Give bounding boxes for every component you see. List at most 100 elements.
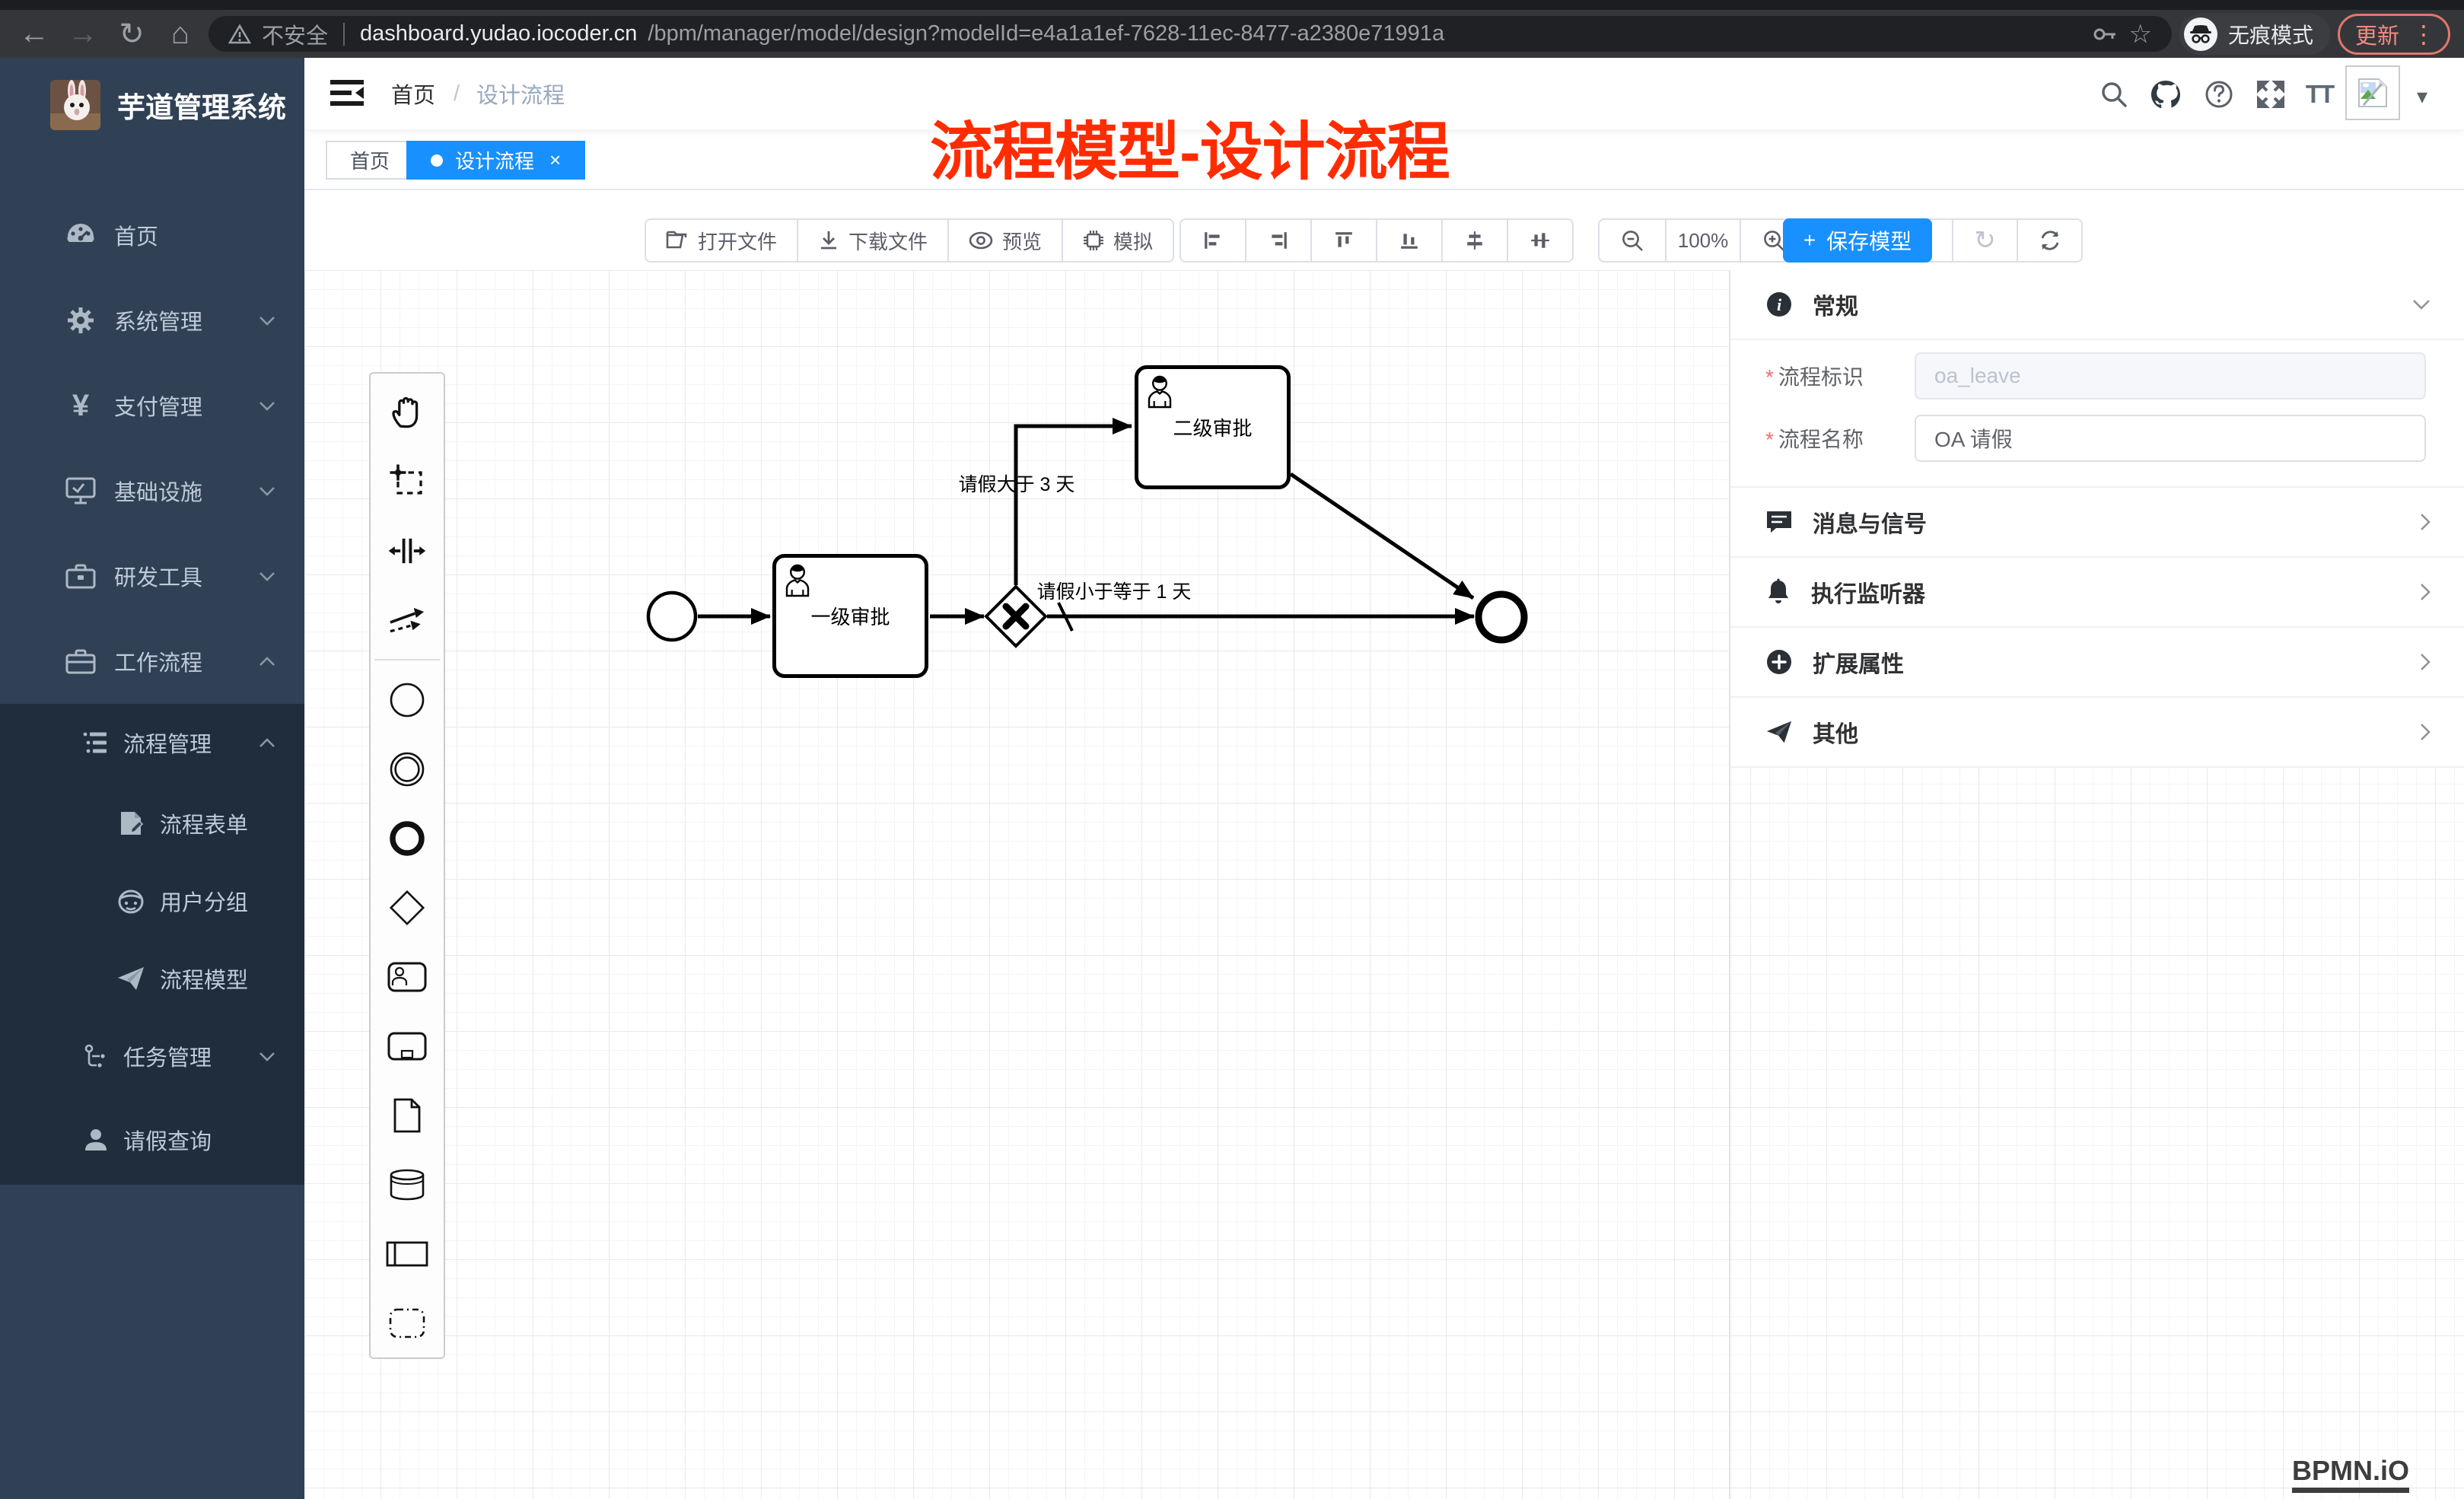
sidebar-item-payment[interactable]: ¥ 支付管理 bbox=[0, 363, 304, 448]
help-icon[interactable] bbox=[2198, 75, 2240, 114]
create-end-event[interactable] bbox=[372, 804, 442, 873]
sidebar-item-leave-query[interactable]: 请假查询 bbox=[0, 1101, 304, 1179]
chevron-right-icon bbox=[2420, 583, 2431, 601]
sidebar-collapse-icon[interactable] bbox=[330, 78, 364, 108]
sidebar-item-user-group[interactable]: 用户分组 bbox=[0, 862, 304, 940]
bpmn-palette bbox=[369, 372, 445, 1359]
flow-condition-label[interactable]: 请假大于 3 天 bbox=[941, 469, 1093, 497]
sidebar-item-task-mgmt[interactable]: 任务管理 bbox=[0, 1017, 304, 1095]
sidebar-item-home[interactable]: 首页 bbox=[0, 193, 304, 278]
app-logo-row[interactable]: 芋道管理系统 bbox=[0, 67, 304, 143]
browser-chrome: ← → ↻ ⌂ 不安全 dashboard.yudao.iocoder.cn/b… bbox=[0, 0, 2464, 58]
bpmn-start-event[interactable] bbox=[648, 593, 696, 640]
refresh-icon bbox=[2039, 229, 2061, 252]
zoom-out-button[interactable] bbox=[1598, 218, 1667, 263]
avatar-caret-icon[interactable]: ▾ bbox=[2417, 84, 2427, 109]
flow-gateway-to-task2[interactable] bbox=[1016, 426, 1132, 585]
sidebar-item-process-form[interactable]: 流程表单 bbox=[0, 785, 304, 862]
create-intermediate-event[interactable] bbox=[372, 734, 442, 804]
sidebar-item-devtools[interactable]: 研发工具 bbox=[0, 533, 304, 619]
chevron-right-icon bbox=[2420, 653, 2431, 671]
restart-button[interactable] bbox=[2017, 218, 2083, 263]
panel-section-listeners[interactable]: 执行监听器 bbox=[1730, 558, 2464, 628]
browser-update-button[interactable]: 更新 ⋮ bbox=[2338, 14, 2450, 55]
align-left-button[interactable] bbox=[1179, 218, 1246, 263]
sidebar-item-process-mgmt[interactable]: 流程管理 bbox=[0, 704, 304, 781]
chevron-right-icon bbox=[2420, 723, 2431, 741]
annotation-text: 流程模型-设计流程 bbox=[930, 100, 1450, 192]
align-top-icon bbox=[1334, 231, 1354, 250]
align-center-vertical-button[interactable] bbox=[1441, 218, 1508, 263]
browser-forward-button[interactable]: → bbox=[62, 14, 103, 55]
preview-button[interactable]: 预览 bbox=[947, 218, 1063, 263]
tree-list-icon bbox=[79, 730, 113, 755]
process-name-input[interactable] bbox=[1915, 415, 2426, 462]
browser-address-bar[interactable]: 不安全 dashboard.yudao.iocoder.cn/bpm/manag… bbox=[209, 16, 2172, 52]
create-group[interactable] bbox=[372, 1288, 442, 1357]
flow-task2-to-end[interactable] bbox=[1291, 474, 1473, 598]
bookmark-star-icon[interactable]: ☆ bbox=[2128, 19, 2151, 49]
align-bottom-button[interactable] bbox=[1376, 218, 1443, 263]
create-start-event[interactable] bbox=[372, 665, 442, 734]
search-icon[interactable] bbox=[2093, 75, 2135, 114]
redo-button[interactable]: ↻ bbox=[1952, 218, 2018, 263]
align-center-horizontal-button[interactable] bbox=[1507, 218, 1574, 263]
create-data-store[interactable] bbox=[372, 1150, 442, 1219]
font-size-icon[interactable]: TT bbox=[2298, 75, 2341, 114]
simulate-button[interactable]: 模拟 bbox=[1062, 218, 1174, 263]
global-connect-tool[interactable] bbox=[372, 585, 442, 654]
bell-icon bbox=[1765, 578, 1791, 606]
tab-design-process[interactable]: 设计流程 × bbox=[406, 141, 585, 180]
browser-back-button[interactable]: ← bbox=[14, 14, 55, 55]
sidebar-item-infra[interactable]: 基础设施 bbox=[0, 448, 304, 533]
browser-reload-button[interactable]: ↻ bbox=[111, 14, 152, 55]
dashboard-icon bbox=[62, 222, 99, 248]
browser-home-button[interactable]: ⌂ bbox=[160, 14, 201, 55]
tab-home[interactable]: 首页 bbox=[326, 141, 414, 180]
panel-section-extended[interactable]: 扩展属性 bbox=[1730, 628, 2464, 698]
download-file-button[interactable]: 下载文件 bbox=[797, 218, 949, 263]
chevron-down-icon bbox=[259, 486, 275, 496]
update-label: 更新 bbox=[2355, 18, 2399, 50]
lasso-tool[interactable] bbox=[372, 447, 442, 516]
breadcrumb-separator: / bbox=[454, 58, 460, 129]
sidebar-item-workflow[interactable]: 工作流程 bbox=[0, 619, 304, 704]
chevron-down-icon bbox=[259, 1052, 275, 1061]
breadcrumb-home[interactable]: 首页 bbox=[391, 58, 435, 129]
align-top-button[interactable] bbox=[1310, 218, 1377, 263]
align-right-button[interactable] bbox=[1245, 218, 1312, 263]
create-subprocess[interactable] bbox=[372, 1011, 442, 1080]
section-title: 消息与信号 bbox=[1813, 505, 1927, 539]
incognito-badge[interactable]: 无痕模式 bbox=[2179, 14, 2330, 55]
panel-section-other[interactable]: 其他 bbox=[1730, 698, 2464, 768]
end-event-icon bbox=[387, 819, 427, 858]
github-icon[interactable] bbox=[2144, 75, 2187, 114]
password-key-icon[interactable] bbox=[2092, 23, 2118, 46]
bpmn-user-task-level2[interactable]: 二级审批 bbox=[1135, 365, 1291, 489]
create-gateway[interactable] bbox=[372, 873, 442, 942]
create-participant[interactable] bbox=[372, 1219, 442, 1288]
panel-section-general[interactable]: i 常规 bbox=[1730, 270, 2464, 340]
flow-condition-label[interactable]: 请假小于等于 1 天 bbox=[1023, 577, 1205, 604]
panel-section-messages[interactable]: 消息与信号 bbox=[1730, 488, 2464, 558]
hand-tool[interactable] bbox=[372, 377, 442, 447]
briefcase-icon bbox=[62, 648, 99, 674]
user-task-icon bbox=[387, 961, 428, 993]
tab-close-icon[interactable]: × bbox=[549, 148, 561, 172]
sidebar-item-label: 请假查询 bbox=[123, 1124, 212, 1156]
bpmn-end-event[interactable] bbox=[1479, 594, 1524, 640]
bpmn-user-task-level1[interactable]: 一级审批 bbox=[772, 554, 928, 678]
chevron-up-icon bbox=[259, 657, 275, 667]
save-model-button[interactable]: + 保存模型 bbox=[1783, 218, 1932, 263]
browser-menu-icon[interactable]: ⋮ bbox=[2411, 20, 2436, 49]
sidebar-item-system[interactable]: 系统管理 bbox=[0, 278, 304, 363]
create-user-task[interactable] bbox=[372, 942, 442, 1011]
create-data-object[interactable] bbox=[372, 1080, 442, 1150]
open-file-button[interactable]: 打开文件 bbox=[645, 218, 798, 263]
fullscreen-icon[interactable] bbox=[2249, 75, 2292, 114]
section-title: 扩展属性 bbox=[1813, 645, 1904, 679]
sidebar-item-process-model[interactable]: 流程模型 bbox=[0, 940, 304, 1017]
avatar[interactable] bbox=[2345, 65, 2400, 120]
space-tool[interactable] bbox=[372, 516, 442, 585]
align-right-icon bbox=[1269, 231, 1288, 250]
